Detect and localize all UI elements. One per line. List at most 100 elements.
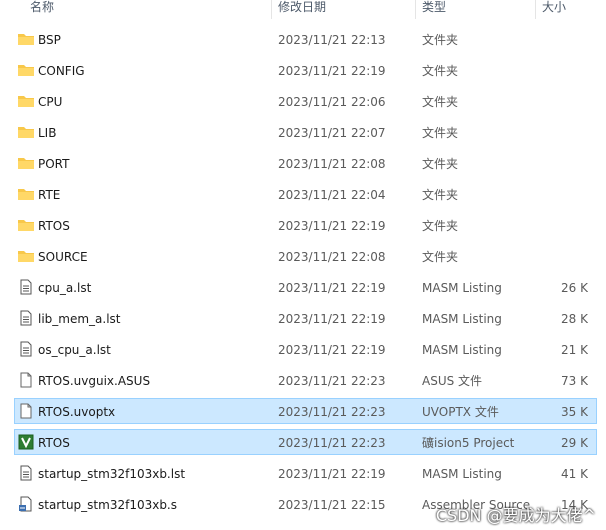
- file-name: BSP: [38, 33, 61, 47]
- file-row[interactable]: CONFIG 2023/11/21 22:19 文件夹: [0, 55, 606, 86]
- blank-file-icon: [17, 372, 35, 388]
- modified-date: 2023/11/21 22:19: [278, 312, 386, 326]
- modified-date: 2023/11/21 22:23: [278, 374, 386, 388]
- file-row[interactable]: RTE 2023/11/21 22:04 文件夹: [0, 179, 606, 210]
- folder-icon: [17, 248, 35, 264]
- file-row[interactable]: RTOS 2023/11/21 22:23 礦ision5 Project 29 K: [0, 427, 606, 458]
- column-header-type[interactable]: 类型: [416, 0, 534, 19]
- folder-icon: [17, 217, 35, 233]
- column-header-date[interactable]: 修改日期: [272, 0, 414, 19]
- file-size: 28 K: [561, 312, 588, 326]
- file-type: MASM Listing: [422, 343, 502, 357]
- file-type: 文件夹: [422, 95, 459, 109]
- file-row[interactable]: RTOS.uvoptx 2023/11/21 22:23 UVOPTX 文件 35 K: [0, 396, 606, 427]
- watermark: CSDN @要成为大佬^: [435, 506, 596, 525]
- file-type: MASM Listing: [422, 467, 502, 481]
- modified-date: 2023/11/21 22:08: [278, 157, 386, 171]
- modified-date: 2023/11/21 22:15: [278, 498, 386, 512]
- file-row[interactable]: cpu_a.lst 2023/11/21 22:19 MASM Listing 26 …: [0, 272, 606, 303]
- folder-icon: [17, 93, 35, 109]
- file-name: SOURCE: [38, 250, 88, 264]
- file-name: RTOS: [38, 219, 70, 233]
- file-type: 文件夹: [422, 157, 459, 171]
- file-size: [540, 94, 588, 110]
- folder-icon: [17, 62, 35, 78]
- file-size: 29 K: [561, 436, 588, 450]
- column-header-name[interactable]: 名称: [24, 0, 270, 19]
- file-name: RTOS.uvoptx: [38, 405, 116, 419]
- modified-date: 2023/11/21 22:04: [278, 188, 386, 202]
- file-name: startup_stm32f103xb.lst: [38, 467, 186, 481]
- file-row[interactable]: BSP 2023/11/21 22:13 文件夹: [0, 24, 606, 55]
- modified-date: 2023/11/21 22:08: [278, 250, 386, 264]
- text-file-icon: [17, 310, 35, 326]
- text-file-icon: [17, 279, 35, 295]
- folder-icon: [17, 155, 35, 171]
- file-size: 35 K: [561, 405, 588, 419]
- file-row[interactable]: SOURCE 2023/11/21 22:08 文件夹: [0, 241, 606, 272]
- file-row[interactable]: lib_mem_a.lst 2023/11/21 22:19 MASM Listin…: [0, 303, 606, 334]
- file-name: RTE: [38, 188, 61, 202]
- file-row[interactable]: os_cpu_a.lst 2023/11/21 22:19 MASM Listing…: [0, 334, 606, 365]
- file-size: [540, 63, 588, 79]
- file-name: PORT: [38, 157, 70, 171]
- file-name: RTOS: [38, 436, 70, 450]
- file-row[interactable]: CPU 2023/11/21 22:06 文件夹: [0, 86, 606, 117]
- file-type: UVOPTX 文件: [422, 405, 499, 419]
- file-type: 文件夹: [422, 250, 459, 264]
- text-file-icon: [17, 465, 35, 481]
- modified-date: 2023/11/21 22:19: [278, 64, 386, 78]
- assembler-file-icon: [17, 496, 35, 512]
- file-size: [540, 218, 588, 234]
- file-type: 文件夹: [422, 126, 459, 140]
- file-name: lib_mem_a.lst: [38, 312, 121, 326]
- file-size: [540, 187, 588, 203]
- modified-date: 2023/11/21 22:19: [278, 281, 386, 295]
- file-size: [540, 32, 588, 48]
- file-size: 26 K: [561, 281, 588, 295]
- file-name: cpu_a.lst: [38, 281, 92, 295]
- folder-icon: [17, 186, 35, 202]
- file-name: os_cpu_a.lst: [38, 343, 111, 357]
- file-type: MASM Listing: [422, 281, 502, 295]
- file-size: [540, 249, 588, 265]
- file-size: 73 K: [561, 374, 588, 388]
- right-edge: [597, 0, 606, 530]
- text-file-icon: [17, 341, 35, 357]
- file-size: 41 K: [561, 467, 588, 481]
- modified-date: 2023/11/21 22:19: [278, 343, 386, 357]
- file-row[interactable]: RTOS.uvguix.ASUS 2023/11/21 22:23 ASUS 文件 7…: [0, 365, 606, 396]
- file-name: RTOS.uvguix.ASUS: [38, 374, 151, 388]
- modified-date: 2023/11/21 22:23: [278, 405, 386, 419]
- folder-icon: [17, 31, 35, 47]
- modified-date: 2023/11/21 22:19: [278, 467, 386, 481]
- file-size: 21 K: [561, 343, 588, 357]
- column-header-size[interactable]: 大小: [536, 0, 596, 19]
- column-header-bar: 名称 修改日期 类型 大小: [0, 0, 606, 19]
- file-type: ASUS 文件: [422, 374, 483, 388]
- file-type: 文件夹: [422, 219, 459, 233]
- blank-file-icon: [17, 403, 35, 419]
- uvision-project-icon: [17, 434, 35, 450]
- modified-date: 2023/11/21 22:23: [278, 436, 386, 450]
- file-row[interactable]: PORT 2023/11/21 22:08 文件夹: [0, 148, 606, 179]
- file-type: MASM Listing: [422, 312, 502, 326]
- folder-icon: [17, 124, 35, 140]
- file-row[interactable]: RTOS 2023/11/21 22:19 文件夹: [0, 210, 606, 241]
- file-type: 文件夹: [422, 188, 459, 202]
- file-name: startup_stm32f103xb.s: [38, 498, 178, 512]
- file-size: [540, 125, 588, 141]
- modified-date: 2023/11/21 22:06: [278, 95, 386, 109]
- file-type: 文件夹: [422, 64, 459, 78]
- file-size: [540, 156, 588, 172]
- file-row[interactable]: startup_stm32f103xb.lst 2023/11/21 22:19 M…: [0, 458, 606, 489]
- modified-date: 2023/11/21 22:19: [278, 219, 386, 233]
- file-type: 礦ision5 Project: [422, 436, 515, 450]
- file-name: CPU: [38, 95, 63, 109]
- file-type: 文件夹: [422, 33, 459, 47]
- file-name: LIB: [38, 126, 57, 140]
- modified-date: 2023/11/21 22:13: [278, 33, 386, 47]
- modified-date: 2023/11/21 22:07: [278, 126, 386, 140]
- file-row[interactable]: LIB 2023/11/21 22:07 文件夹: [0, 117, 606, 148]
- file-name: CONFIG: [38, 64, 85, 78]
